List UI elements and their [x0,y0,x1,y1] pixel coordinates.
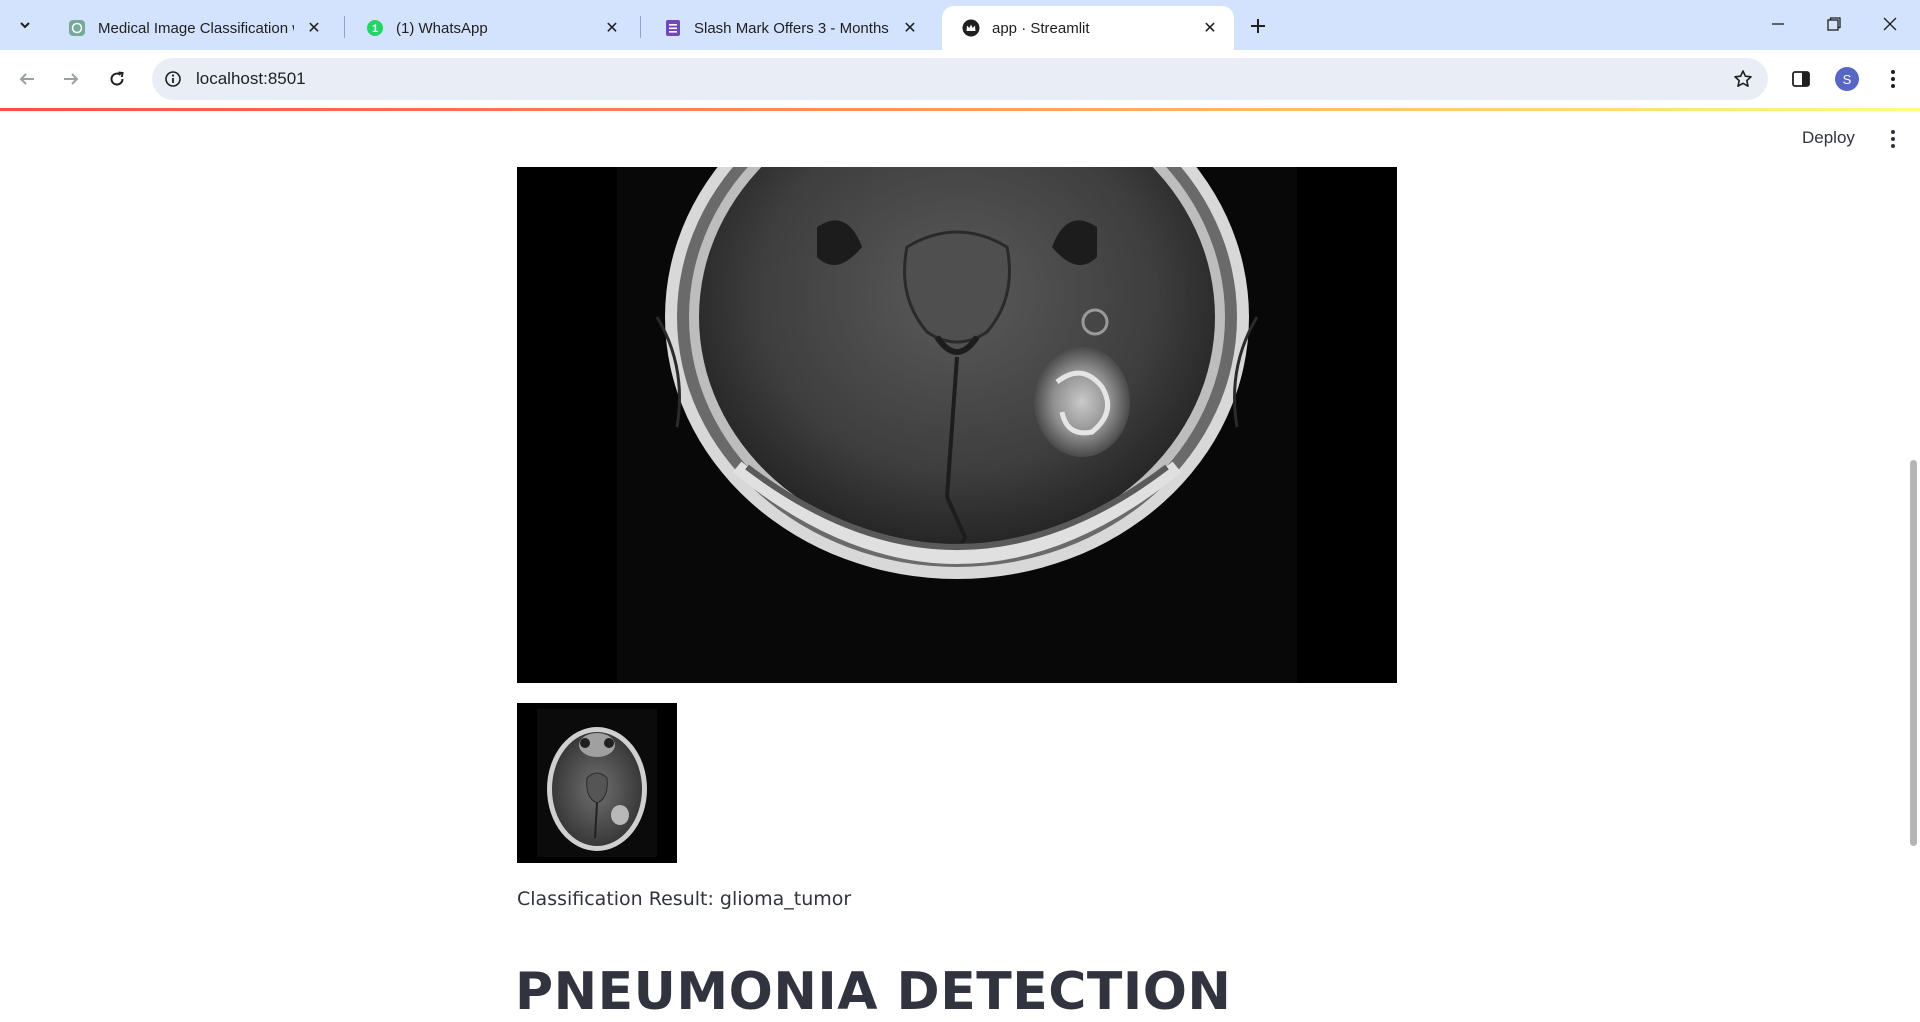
back-arrow-icon [19,73,34,85]
close-icon[interactable]: ✕ [900,18,920,38]
mri-thumbnail [517,703,677,863]
whatsapp-icon: 1 [366,19,384,37]
plus-icon [1251,19,1265,33]
site-info-icon[interactable] [162,68,184,90]
kebab-menu-icon [1891,70,1895,88]
google-forms-icon [664,19,682,37]
forward-button[interactable] [56,64,86,94]
deploy-button[interactable]: Deploy [1794,124,1863,152]
tab-slash-mark[interactable]: Slash Mark Offers 3 - Months V ✕ [644,6,934,50]
tab-divider [640,16,641,38]
url-text[interactable]: localhost:8501 [196,69,306,89]
bookmark-star-icon[interactable] [1732,68,1754,90]
side-panel-icon [1792,71,1810,87]
close-icon[interactable]: ✕ [602,18,622,38]
uploaded-mri-image [517,167,1397,683]
minimize-button[interactable] [1750,6,1806,42]
streamlit-decoration-bar [0,108,1920,111]
close-window-button[interactable] [1862,6,1918,42]
chevron-down-icon [20,22,30,29]
tab-medical-image[interactable]: Medical Image Classification wi ✕ [48,6,338,50]
minimize-icon [1772,23,1784,25]
close-icon [1883,17,1897,31]
tab-search-button[interactable] [12,12,38,38]
new-tab-button[interactable] [1244,12,1272,40]
back-button[interactable] [12,64,42,94]
tab-title: (1) WhatsApp [396,19,488,37]
section-heading: PNEUMONIA DETECTION [515,962,1232,1022]
tab-title: app · Streamlit [992,19,1090,37]
tab-title: Slash Mark Offers 3 - Months V [694,19,890,37]
close-icon[interactable]: ✕ [304,18,324,38]
svg-text:1: 1 [372,23,378,35]
restore-button[interactable] [1806,6,1862,42]
reload-icon [110,71,124,86]
address-bar[interactable]: localhost:8501 [152,58,1768,100]
tab-streamlit-app[interactable]: app · Streamlit ✕ [942,6,1234,50]
restore-icon [1827,17,1841,31]
kebab-menu-icon [1891,130,1895,148]
streamlit-main-menu-button[interactable] [1880,126,1906,152]
chatgpt-icon [68,19,86,37]
side-panel-button[interactable] [1786,64,1816,94]
tab-title: Medical Image Classification wi [98,19,294,37]
classification-result: Classification Result: glioma_tumor [517,888,852,910]
forward-arrow-icon [64,73,79,85]
profile-button[interactable]: S [1832,64,1862,94]
page-scrollbar[interactable] [1910,460,1917,846]
close-icon[interactable]: ✕ [1200,18,1220,38]
tab-whatsapp[interactable]: 1 (1) WhatsApp ✕ [346,6,636,50]
reload-button[interactable] [102,64,132,94]
avatar: S [1835,67,1859,91]
tab-strip: Medical Image Classification wi ✕ 1 (1) … [0,0,1920,50]
streamlit-crown-icon [962,19,980,37]
tab-divider [344,16,345,38]
browser-menu-button[interactable] [1878,64,1908,94]
browser-toolbar: localhost:8501 S [0,50,1920,108]
